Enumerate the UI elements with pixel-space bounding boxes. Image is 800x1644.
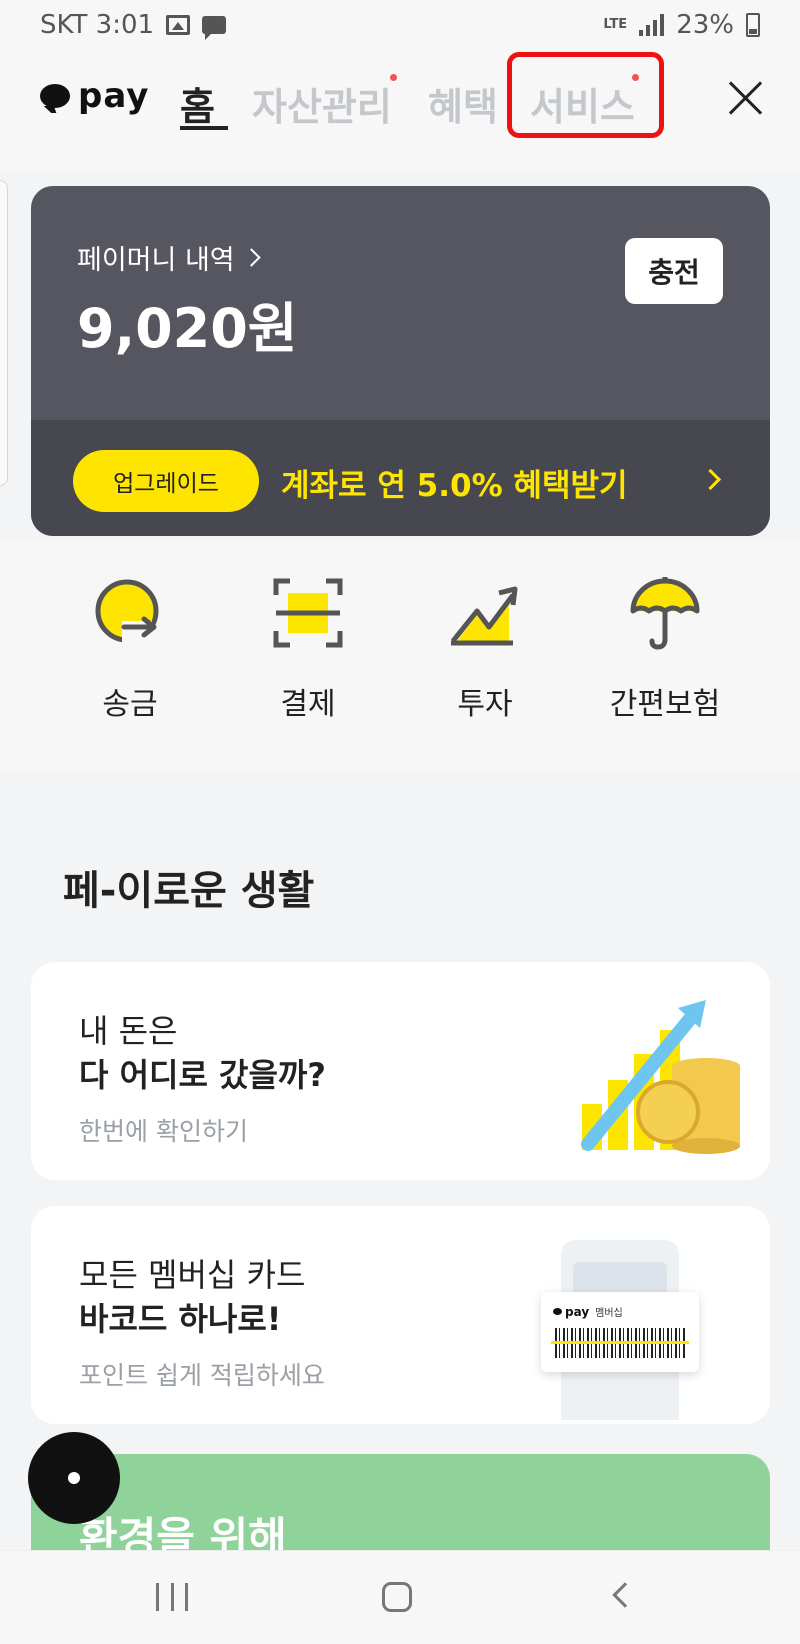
membership-barcode-illustration: pay 멤버십 [541, 1240, 711, 1420]
app-header: pay 홈 자산관리 혜택 서비스 [0, 50, 800, 170]
highlight-box [507, 52, 664, 138]
upgrade-text: 계좌로 연 5.0% 혜택받기 [281, 468, 628, 504]
status-right: LTE 23% [603, 10, 760, 40]
upgrade-banner[interactable]: 업그레이드 계좌로 연 5.0% 혜택받기 [31, 420, 770, 536]
card-title-line1: 내 돈은 [79, 1012, 178, 1050]
speech-bubble-icon [40, 84, 70, 108]
system-nav-bar [0, 1550, 800, 1644]
card-title-line1: 모든 멤버십 카드 [79, 1256, 306, 1294]
status-left: SKT 3:01 [40, 10, 227, 40]
payment-scan-icon [270, 575, 346, 651]
card-title-line2: 바코드 하나로! [79, 1300, 282, 1338]
quick-menu: 송금 결제 투자 간편보험 [0, 540, 800, 772]
quick-item-insurance[interactable]: 간편보험 [590, 575, 740, 723]
pay-logo-text: pay [78, 76, 150, 116]
carrier-time: SKT 3:01 [40, 10, 155, 40]
promo-card-membership[interactable]: 모든 멤버십 카드 바코드 하나로! 포인트 쉽게 적립하세요 pay 멤버십 [31, 1206, 770, 1424]
upgrade-badge: 업그레이드 [73, 450, 259, 512]
coins-chart-illustration [576, 994, 746, 1154]
balance-amount: 9,020원 [77, 297, 298, 360]
new-badge-dot [390, 74, 397, 81]
signal-icon [639, 14, 665, 36]
close-button[interactable] [722, 74, 770, 122]
back-icon[interactable] [612, 1582, 638, 1608]
balance-card: 페이머니 내역 9,020원 충전 업그레이드 계좌로 연 5.0% 혜택받기 [31, 186, 770, 536]
umbrella-icon [627, 575, 703, 651]
chevron-right-icon [241, 248, 261, 267]
pay-logo: pay [40, 76, 149, 116]
tab-home[interactable]: 홈 [180, 76, 215, 131]
send-money-icon [92, 575, 168, 651]
chat-notification-icon [202, 16, 227, 40]
card-subtitle: 포인트 쉽게 적립하세요 [79, 1361, 325, 1390]
quick-item-payment[interactable]: 결제 [233, 575, 383, 723]
lte-icon: LTE [603, 17, 628, 32]
battery-percent: 23% [676, 10, 734, 40]
membership-label: 멤버십 [595, 1308, 623, 1319]
card-subtitle: 한번에 확인하기 [79, 1117, 248, 1146]
chevron-right-icon [699, 468, 722, 491]
quick-label: 결제 [280, 687, 336, 722]
tab-asset-management[interactable]: 자산관리 [252, 76, 392, 131]
membership-pay-logo: pay [565, 1304, 590, 1319]
quick-item-send[interactable]: 송금 [55, 575, 205, 723]
paymoney-history-link[interactable]: 페이머니 내역 [77, 238, 261, 277]
quick-label: 송금 [102, 687, 158, 722]
charge-button[interactable]: 충전 [625, 238, 723, 304]
status-bar: SKT 3:01 LTE 23% [0, 0, 800, 50]
active-tab-indicator [180, 126, 228, 130]
promo-card-spending[interactable]: 내 돈은 다 어디로 갔을까? 한번에 확인하기 [31, 962, 770, 1180]
tab-benefits[interactable]: 혜택 [428, 76, 498, 131]
quick-label: 투자 [457, 687, 513, 722]
quick-label: 간편보험 [609, 687, 721, 722]
side-panel-handle[interactable] [0, 180, 8, 486]
balance-label: 페이머니 내역 [77, 245, 235, 276]
battery-icon [746, 13, 760, 37]
recent-apps-icon[interactable] [156, 1583, 188, 1611]
gallery-icon [166, 15, 191, 35]
quick-item-invest[interactable]: 투자 [410, 575, 560, 723]
card-title-line2: 다 어디로 갔을까? [79, 1056, 326, 1094]
home-icon[interactable] [382, 1582, 412, 1612]
floating-assistant-button[interactable] [28, 1432, 120, 1524]
invest-chart-icon [447, 575, 523, 651]
section-title: 페-이로운 생활 [63, 868, 315, 914]
